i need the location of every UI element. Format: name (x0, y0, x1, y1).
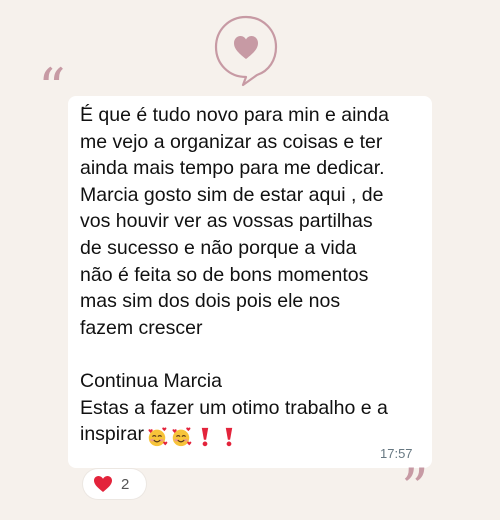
message-last-line: inspirar (80, 421, 426, 450)
red-exclamation-icon (225, 427, 233, 447)
message-line: não é feita so de bons momentos (80, 263, 369, 286)
message-text: É que é tudo novo para min e ainda me ve… (80, 102, 426, 450)
message-line: me vejo a organizar as coisas e ter (80, 130, 383, 153)
message-line: É que é tudo novo para min e ainda (80, 104, 389, 126)
speech-bubble-heart-icon (214, 15, 278, 87)
reaction-badge[interactable]: 2 (83, 469, 146, 499)
message-line: Continua Marcia (80, 369, 222, 392)
message-line: mas sim dos dois pois ele nos (80, 290, 341, 313)
message-line: fazem crescer (80, 316, 203, 339)
message-line: de sucesso e não porque a vida (80, 236, 357, 259)
red-heart-icon (94, 476, 112, 492)
emoji-row (144, 423, 240, 450)
smiling-face-with-hearts-icon (172, 427, 192, 447)
message-line: Marcia gosto sim de estar aqui , de (80, 183, 384, 206)
message-line: vos houvir ver as vossas partilhas (80, 210, 373, 233)
reaction-count: 2 (121, 476, 130, 493)
message-line: Estas a fazer um otimo trabalho e a (80, 396, 388, 419)
red-exclamation-icon (201, 427, 209, 447)
message-line: ainda mais tempo para me dedicar. (80, 157, 385, 180)
smiling-face-with-hearts-icon (148, 427, 168, 447)
quote-close-icon: ” (401, 457, 429, 520)
quote-open-icon: “ (38, 57, 66, 120)
message-line-text: inspirar (80, 423, 144, 446)
